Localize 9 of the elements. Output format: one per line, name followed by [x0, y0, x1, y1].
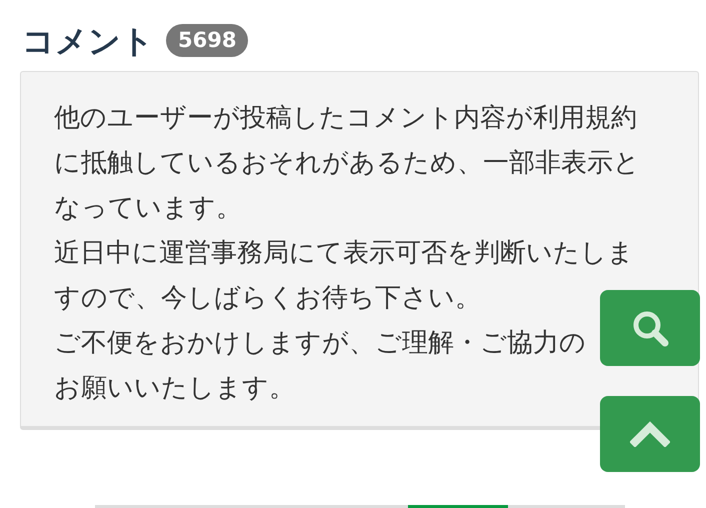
notice-text: お願いいたします。 [54, 372, 296, 405]
notice-text: 近日中に運営事務局にて表示可否を判断いたしますので、今しばらくお待ち下さい。 [54, 237, 635, 315]
section-title: コメント [22, 24, 154, 56]
scroll-top-button[interactable] [600, 396, 700, 472]
notice-text: ご不便をおかけしますが、ご理解・ご協力の [54, 327, 587, 360]
notice-text: 他のユーザーが投稿したコメント内容が利用規約に抵触しているおそれがあるため、一部非表示となっています。 [54, 102, 641, 225]
comment-count: 5698 [166, 24, 248, 57]
search-button[interactable] [600, 290, 700, 366]
chevron-up-icon [630, 421, 670, 447]
